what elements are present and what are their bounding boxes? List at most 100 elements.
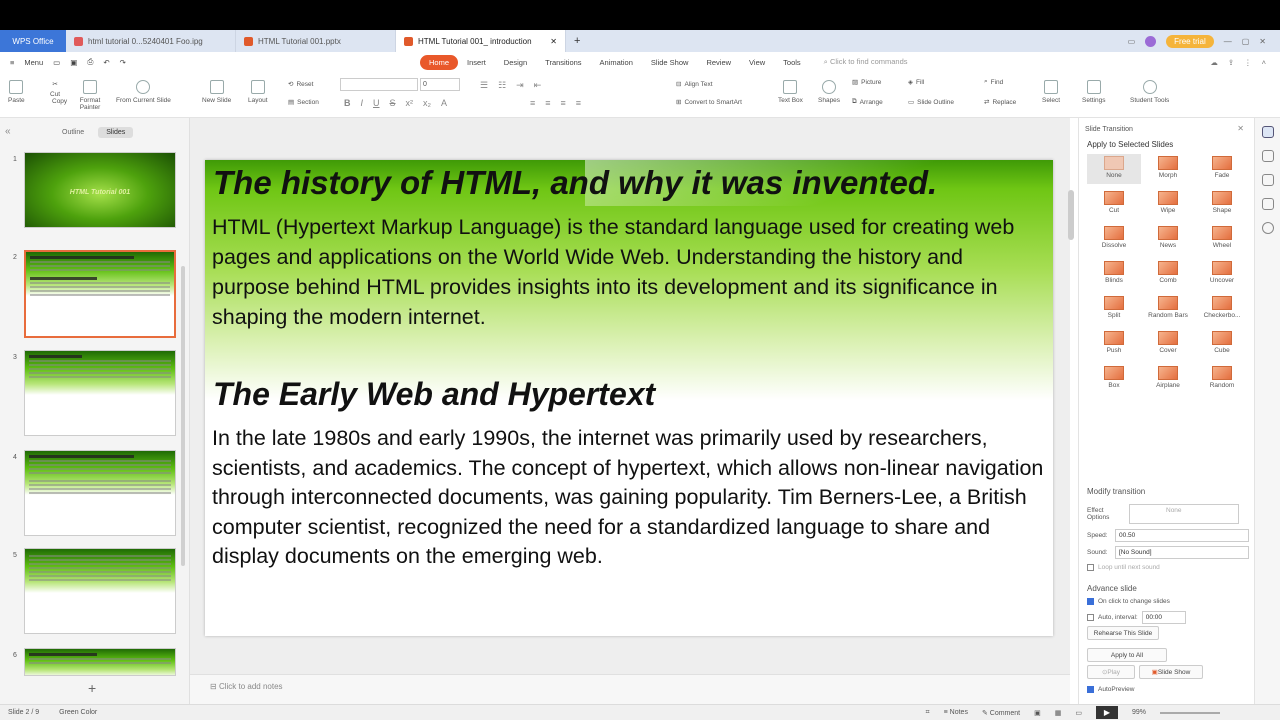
loop-checkbox[interactable] — [1087, 564, 1094, 571]
autopreview-checkbox[interactable] — [1087, 686, 1094, 693]
tab-insert[interactable]: Insert — [458, 55, 495, 70]
transition-cover[interactable]: Cover — [1141, 329, 1195, 359]
outdent-icon[interactable]: ⇤ — [534, 80, 542, 91]
share-icon[interactable]: ⇪ — [1228, 58, 1234, 67]
tab-transitions[interactable]: Transitions — [536, 55, 590, 70]
transition-panel-icon[interactable] — [1261, 126, 1274, 138]
hamburger-icon[interactable]: ≡ — [10, 58, 14, 67]
from-current-slide-button[interactable]: From Current Slide — [116, 80, 171, 104]
slide-thumbnail-2[interactable] — [24, 250, 176, 338]
print-icon[interactable]: ⎙ — [87, 57, 93, 67]
transition-none[interactable]: None — [1087, 154, 1141, 184]
font-size-select[interactable]: 0 — [420, 78, 460, 91]
panel-scrollbar[interactable] — [181, 266, 185, 566]
transition-uncover[interactable]: Uncover — [1195, 259, 1249, 289]
menu-button[interactable]: Menu — [24, 58, 43, 67]
subscript-icon[interactable]: x₂ — [423, 98, 431, 108]
cut-button[interactable]: ✂ Cut — [50, 80, 60, 98]
align-left-icon[interactable]: ≡ — [530, 98, 535, 108]
paste-button[interactable]: Paste — [8, 80, 25, 104]
slide-outline-button[interactable]: ▭ Slide Outline — [908, 98, 954, 107]
tab-outline[interactable]: Outline — [54, 127, 92, 138]
open-icon[interactable]: ▭ — [53, 58, 60, 67]
transition-news[interactable]: News — [1141, 224, 1195, 254]
doc-tab-image[interactable]: html tutorial 0...5240401 Foo.ipg — [66, 30, 236, 52]
collapse-panel-icon[interactable]: « — [5, 126, 11, 137]
slide-thumbnail-4[interactable] — [24, 450, 176, 536]
indent-icon[interactable]: ⇥ — [516, 80, 524, 91]
transition-wheel[interactable]: Wheel — [1195, 224, 1249, 254]
on-click-checkbox[interactable] — [1087, 598, 1094, 605]
convert-smartart-button[interactable]: ⊞ Convert to SmartArt — [676, 98, 742, 107]
transition-random-bars[interactable]: Random Bars — [1141, 294, 1195, 324]
effect-options-select[interactable]: None — [1129, 504, 1239, 524]
sound-select[interactable]: [No Sound] — [1115, 546, 1249, 559]
text-box-button[interactable]: Text Box — [778, 80, 803, 104]
new-slide-button[interactable]: New Slide — [202, 80, 231, 104]
tab-design[interactable]: Design — [495, 55, 536, 70]
layout-button[interactable]: Layout — [248, 80, 268, 104]
play-button[interactable]: ⊙ Play — [1087, 665, 1135, 679]
tab-view[interactable]: View — [740, 55, 774, 70]
canvas-scrollbar[interactable] — [1068, 190, 1074, 240]
properties-icon[interactable] — [1261, 174, 1274, 186]
transition-airplane[interactable]: Airplane — [1141, 364, 1195, 394]
tab-slide-show[interactable]: Slide Show — [642, 55, 698, 70]
smiley-icon[interactable] — [1261, 222, 1274, 234]
close-panel-icon[interactable]: ✕ — [1237, 124, 1244, 133]
notes-area[interactable]: ⊟ Click to add notes — [190, 674, 1070, 704]
speed-input[interactable]: 00.50 — [1115, 529, 1249, 542]
zoom-level[interactable]: 99% — [1132, 709, 1146, 716]
slide-heading-2[interactable]: The Early Web and Hypertext — [213, 376, 655, 413]
save-icon[interactable]: ▣ — [70, 58, 77, 67]
comment-toggle[interactable]: ✎ Comment — [982, 709, 1020, 717]
apply-to-all-button[interactable]: Apply to All — [1087, 648, 1167, 662]
bold-icon[interactable]: B — [344, 98, 351, 108]
transition-cut[interactable]: Cut — [1087, 189, 1141, 219]
section-button[interactable]: ▤ Section — [288, 98, 319, 107]
tab-animation[interactable]: Animation — [591, 55, 642, 70]
slide-paragraph-1[interactable]: HTML (Hypertext Markup Language) is the … — [212, 212, 1042, 332]
shapes-button[interactable]: Shapes — [818, 80, 840, 104]
transition-wipe[interactable]: Wipe — [1141, 189, 1195, 219]
student-tools-button[interactable]: Student Tools — [1130, 80, 1169, 104]
doc-tab-pptx[interactable]: HTML Tutorial 001.pptx — [236, 30, 396, 52]
add-slide-icon[interactable]: + — [88, 680, 96, 696]
transition-cube[interactable]: Cube — [1195, 329, 1249, 359]
transition-blinds[interactable]: Blinds — [1087, 259, 1141, 289]
slide-thumbnail-3[interactable] — [24, 350, 176, 436]
tab-review[interactable]: Review — [697, 55, 740, 70]
fill-button[interactable]: ◈ Fill — [908, 78, 924, 87]
copy-button[interactable]: Copy — [52, 98, 67, 105]
align-center-icon[interactable]: ≡ — [545, 98, 550, 108]
font-name-select[interactable] — [340, 78, 418, 91]
wps-office-button[interactable]: WPS Office — [0, 30, 66, 52]
transition-shape[interactable]: Shape — [1195, 189, 1249, 219]
reset-button[interactable]: ⟲ Reset — [288, 80, 313, 89]
zoom-slider[interactable] — [1160, 711, 1220, 714]
slide-thumbnail-1[interactable]: HTML Tutorial 001 — [24, 152, 176, 228]
transition-random[interactable]: Random — [1195, 364, 1249, 394]
justify-icon[interactable]: ≡ — [576, 98, 581, 108]
transition-push[interactable]: Push — [1087, 329, 1141, 359]
align-right-icon[interactable]: ≡ — [561, 98, 566, 108]
doc-tab-active[interactable]: HTML Tutorial 001_ introduction ✕ — [396, 30, 566, 52]
transition-split[interactable]: Split — [1087, 294, 1141, 324]
settings-button[interactable]: Settings — [1082, 80, 1106, 104]
theme-name[interactable]: Green Color — [59, 709, 97, 716]
auto-interval-input[interactable]: 00:00 — [1141, 611, 1186, 624]
find-commands-input[interactable]: ⌕ Click to find commands — [824, 57, 908, 67]
slide-heading-1[interactable]: The history of HTML, and why it was inve… — [213, 164, 937, 202]
transition-checkerboard[interactable]: Checkerbo... — [1195, 294, 1249, 324]
avatar[interactable] — [1145, 35, 1157, 47]
animation-panel-icon[interactable] — [1261, 150, 1274, 162]
new-tab-icon[interactable]: + — [566, 35, 588, 47]
current-slide[interactable]: The history of HTML, and why it was inve… — [205, 160, 1053, 636]
tab-tools[interactable]: Tools — [774, 55, 810, 70]
auto-checkbox[interactable] — [1087, 614, 1094, 621]
replace-button[interactable]: ⇄ Replace — [984, 98, 1016, 107]
normal-view-icon[interactable]: ▣ — [1034, 709, 1041, 717]
cloud-icon[interactable]: ☁ — [1210, 58, 1218, 67]
slide-paragraph-2[interactable]: In the late 1980s and early 1990s, the i… — [212, 424, 1048, 572]
numbering-icon[interactable]: ☷ — [498, 80, 506, 91]
